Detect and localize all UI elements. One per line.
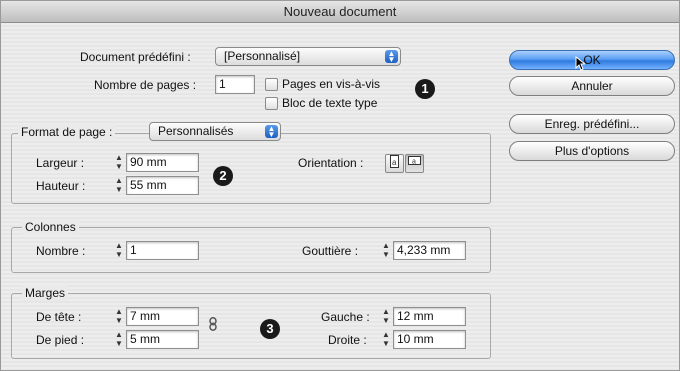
columns-stepper[interactable]: ▲ ▼ — [113, 241, 125, 260]
stepper-up-icon[interactable]: ▲ — [113, 241, 125, 250]
stepper-down-icon[interactable]: ▼ — [113, 185, 125, 194]
stepper-up-icon[interactable]: ▲ — [113, 176, 125, 185]
margin-bottom-input[interactable]: 5 mm — [126, 330, 199, 349]
height-stepper[interactable]: ▲ ▼ — [113, 176, 125, 195]
stepper-down-icon[interactable]: ▼ — [380, 316, 392, 325]
stepper-down-icon[interactable]: ▼ — [113, 250, 125, 259]
stepper-up-icon[interactable]: ▲ — [113, 307, 125, 316]
width-label: Largeur : — [36, 156, 85, 170]
margin-left-input[interactable]: 12 mm — [393, 307, 466, 326]
margin-top-input[interactable]: 7 mm — [126, 307, 199, 326]
stepper-up-icon[interactable]: ▲ — [380, 330, 392, 339]
gutter-stepper[interactable]: ▲ ▼ — [380, 241, 392, 260]
stepper-up-icon[interactable]: ▲ — [380, 241, 392, 250]
dialog-window: Nouveau document Document prédéfini : [P… — [0, 0, 680, 371]
more-options-button[interactable]: Plus d'options — [509, 141, 675, 161]
preset-value: [Personnalisé] — [224, 49, 301, 63]
save-preset-button[interactable]: Enreg. prédéfini... — [509, 114, 675, 134]
columns-number-input[interactable]: 1 — [126, 241, 199, 260]
columns-group-label: Colonnes — [22, 219, 79, 235]
height-label: Hauteur : — [36, 179, 86, 193]
dialog-content: Document prédéfini : [Personnalisé] ▲ ▼ N… — [1, 23, 679, 370]
facing-pages-label: Pages en vis-à-vis — [282, 77, 381, 91]
pages-label: Nombre de pages : — [94, 78, 197, 92]
gutter-input[interactable]: 4,233 mm — [393, 241, 466, 260]
svg-text:a: a — [392, 158, 397, 167]
callout-badge-1: 1 — [415, 79, 435, 99]
width-stepper[interactable]: ▲ ▼ — [113, 153, 125, 172]
cancel-button[interactable]: Annuler — [509, 76, 675, 96]
master-text-frame-checkbox[interactable] — [265, 97, 278, 110]
margin-right-stepper[interactable]: ▲ ▼ — [380, 330, 392, 349]
margin-right-label: Droite : — [328, 333, 367, 347]
margin-bottom-stepper[interactable]: ▲ ▼ — [113, 330, 125, 349]
page-size-group-label: Format de page : — [18, 124, 116, 140]
gutter-label: Gouttière : — [302, 244, 359, 258]
facing-pages-checkbox[interactable] — [265, 78, 278, 91]
height-input[interactable]: 55 mm — [126, 176, 199, 195]
margin-top-stepper[interactable]: ▲ ▼ — [113, 307, 125, 326]
stepper-down-icon[interactable]: ▼ — [113, 339, 125, 348]
preset-popup[interactable]: [Personnalisé] ▲ ▼ — [215, 47, 401, 66]
stepper-down-icon[interactable]: ▼ — [113, 162, 125, 171]
pages-input[interactable]: 1 — [215, 75, 255, 94]
stepper-down-icon[interactable]: ▼ — [380, 339, 392, 348]
margin-bottom-label: De pied : — [36, 333, 85, 347]
stepper-up-icon[interactable]: ▲ — [380, 307, 392, 316]
popup-arrows-icon: ▲ ▼ — [385, 50, 398, 64]
ok-button[interactable]: OK — [509, 50, 675, 70]
width-input[interactable]: 90 mm — [126, 153, 199, 172]
columns-number-label: Nombre : — [36, 244, 86, 258]
page-size-value: Personnalisés — [158, 124, 234, 138]
window-title: Nouveau document — [1, 1, 679, 23]
margin-left-label: Gauche : — [321, 310, 370, 324]
stepper-up-icon[interactable]: ▲ — [113, 330, 125, 339]
preset-label: Document prédéfini : — [80, 50, 191, 64]
callout-badge-2: 2 — [213, 166, 233, 186]
stepper-down-icon[interactable]: ▼ — [380, 250, 392, 259]
popup-arrows-icon: ▲ ▼ — [265, 125, 278, 139]
margin-top-label: De tête : — [36, 310, 82, 324]
stepper-up-icon[interactable]: ▲ — [113, 153, 125, 162]
portrait-icon[interactable]: a — [385, 154, 404, 173]
mouse-pointer-icon — [575, 56, 585, 71]
margins-group — [11, 293, 491, 359]
stepper-down-icon[interactable]: ▼ — [113, 316, 125, 325]
svg-text:a: a — [412, 159, 416, 166]
landscape-icon[interactable]: a — [405, 154, 424, 173]
margin-left-stepper[interactable]: ▲ ▼ — [380, 307, 392, 326]
master-text-frame-label: Bloc de texte type — [282, 96, 378, 110]
page-size-popup[interactable]: Personnalisés ▲ ▼ — [149, 122, 281, 141]
orientation-label: Orientation : — [298, 156, 364, 170]
callout-badge-3: 3 — [260, 319, 280, 339]
margin-right-input[interactable]: 10 mm — [393, 330, 466, 349]
margins-group-label: Marges — [22, 285, 69, 301]
chain-link-icon[interactable] — [208, 317, 218, 331]
